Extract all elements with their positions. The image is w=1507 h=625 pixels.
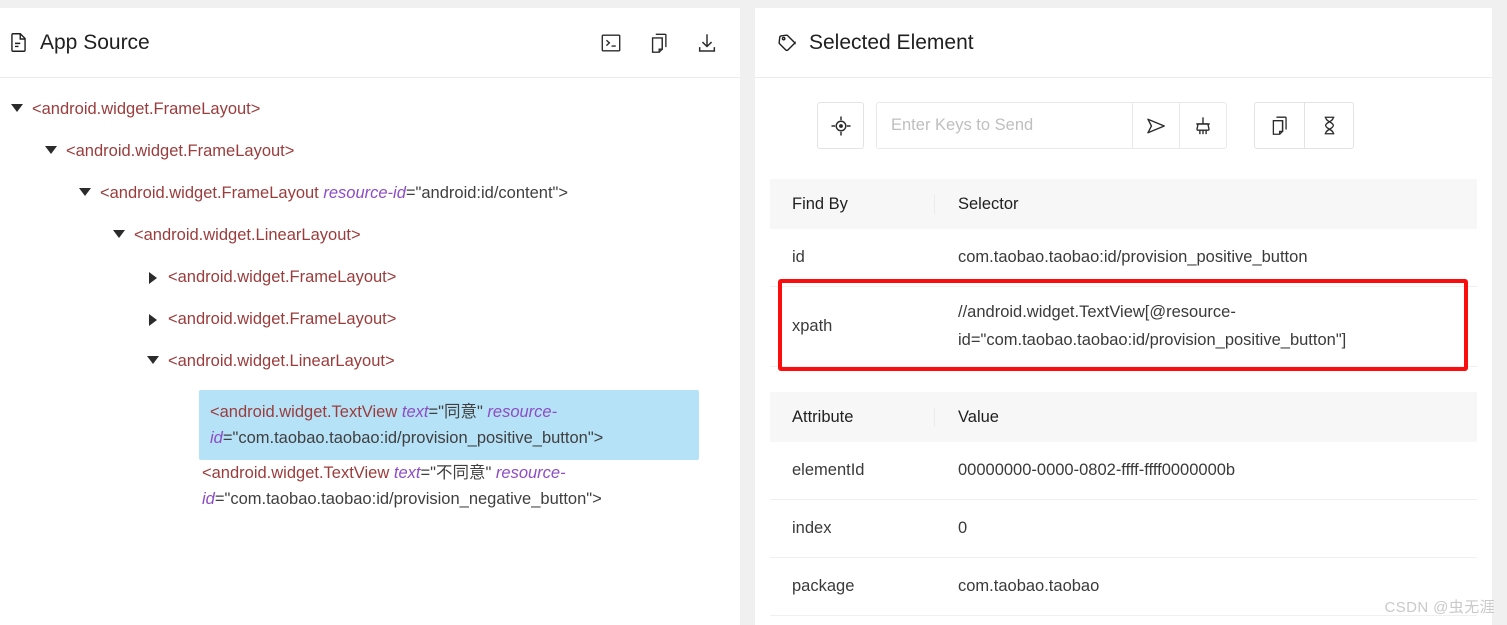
chevron-down-icon[interactable] — [42, 138, 60, 164]
selector-table: Find By Selector id com.taobao.taobao:id/… — [770, 179, 1477, 367]
page-title: App Source — [8, 31, 600, 55]
tree-node-label: <android.widget.FrameLayout resource-id=… — [100, 184, 569, 202]
tree-node[interactable]: <android.widget.FrameLayout resource-id=… — [0, 180, 740, 222]
selector-value: //android.widget.TextView[@resource-id="… — [958, 303, 1347, 349]
selector-table-header: Find By Selector — [770, 179, 1477, 229]
tree-node[interactable]: <android.widget.TextView text="同意" resou… — [0, 390, 740, 460]
attribute-table: Attribute Value elementId 00000000-0000-0… — [770, 392, 1477, 616]
broom-icon — [1192, 115, 1214, 137]
attribute-value: com.taobao.taobao — [958, 577, 1100, 595]
attribute-table-header: Attribute Value — [770, 392, 1477, 442]
attribute-table-row[interactable]: index 0 — [770, 500, 1477, 558]
tree-node-label: <android.widget.LinearLayout> — [134, 226, 361, 244]
selected-element-title: Selected Element — [777, 31, 1470, 55]
selector-header-selector: Selector — [958, 194, 1019, 213]
attribute-value: 0 — [958, 519, 968, 537]
clear-text-button[interactable] — [1179, 103, 1226, 148]
tree-node-label: <android.widget.TextView text="同意" resou… — [199, 390, 699, 460]
chevron-down-icon[interactable] — [110, 222, 128, 248]
selected-element-header: Selected Element — [755, 8, 1492, 78]
app-source-header: App Source — [0, 8, 740, 78]
app-source-title-text: App Source — [40, 30, 150, 54]
tree-node[interactable]: <android.widget.FrameLayout> — [0, 264, 740, 306]
chevron-right-icon[interactable] — [144, 264, 162, 290]
file-text-icon — [8, 32, 29, 53]
tag-icon — [777, 32, 798, 53]
attribute-name: package — [792, 577, 855, 595]
selector-table-row[interactable]: id com.taobao.taobao:id/provision_positiv… — [770, 229, 1477, 287]
send-arrow-icon — [1145, 115, 1167, 137]
tree-node[interactable]: <android.widget.LinearLayout> — [0, 348, 740, 390]
tree-node-label: <android.widget.FrameLayout> — [168, 268, 397, 286]
send-keys-input[interactable] — [877, 103, 1132, 148]
tree-node-label: <android.widget.TextView text="不同意" reso… — [202, 464, 602, 508]
selector-header-findby: Find By — [770, 194, 935, 214]
copy-attributes-button[interactable] — [1255, 103, 1304, 148]
selector-find-by: id — [792, 248, 805, 266]
selector-value: com.taobao.taobao:id/provision_positive_… — [958, 248, 1308, 266]
selected-element-panel: Selected Element Enter Keys to Send Find… — [755, 8, 1492, 625]
attribute-table-row[interactable]: package com.taobao.taobao — [770, 558, 1477, 616]
chevron-down-icon[interactable] — [8, 96, 26, 122]
crosshair-target-icon — [830, 115, 852, 137]
send-keys-button[interactable] — [1132, 103, 1179, 148]
copy-icon[interactable] — [648, 32, 670, 54]
chevron-down-icon[interactable] — [144, 348, 162, 374]
wait-for-element-button[interactable] — [1304, 103, 1353, 148]
tree-node-spacer — [178, 390, 196, 416]
attribute-name: index — [792, 519, 832, 537]
tree-node[interactable]: <android.widget.FrameLayout> — [0, 138, 740, 180]
attribute-name: elementId — [792, 461, 865, 479]
attribute-table-row[interactable]: elementId 00000000-0000-0802-ffff-ffff000… — [770, 442, 1477, 500]
attribute-header-attribute: Attribute — [770, 407, 935, 427]
element-utility-buttons — [1254, 102, 1354, 149]
copy-icon — [1269, 115, 1290, 136]
tree-node-label: <android.widget.FrameLayout> — [66, 142, 295, 160]
attribute-value: 00000000-0000-0802-ffff-ffff0000000b — [958, 461, 1236, 479]
tree-node[interactable]: <android.widget.LinearLayout> — [0, 222, 740, 264]
tap-crosshair-button[interactable] — [817, 102, 864, 149]
download-icon[interactable] — [696, 32, 718, 54]
selected-element-title-text: Selected Element — [809, 30, 974, 54]
terminal-icon[interactable] — [600, 32, 622, 54]
chevron-down-icon[interactable] — [76, 180, 94, 206]
tree-node-label: <android.widget.FrameLayout> — [32, 100, 261, 118]
tree-node[interactable]: <android.widget.FrameLayout> — [0, 96, 740, 138]
element-actions-toolbar — [755, 78, 1492, 149]
app-source-panel: App Source <android.widget.FrameLayout> … — [0, 8, 740, 625]
tree-node-label: <android.widget.FrameLayout> — [168, 310, 397, 328]
chevron-right-icon[interactable] — [144, 306, 162, 332]
selector-find-by: xpath — [792, 317, 833, 335]
tree-node-label: <android.widget.LinearLayout> — [168, 352, 395, 370]
watermark: CSDN @虫无涯 — [1384, 599, 1495, 616]
appium-inspector-window: App Source <android.widget.FrameLayout> … — [0, 0, 1507, 625]
selector-table-row[interactable]: xpath //android.widget.TextView[@resource… — [770, 287, 1477, 367]
send-keys-group — [876, 102, 1227, 149]
source-tree[interactable]: <android.widget.FrameLayout> <android.wid… — [0, 78, 740, 512]
app-source-actions — [600, 32, 718, 54]
tree-node[interactable]: <android.widget.TextView text="不同意" reso… — [0, 460, 740, 512]
tree-node[interactable]: <android.widget.FrameLayout> — [0, 306, 740, 348]
tree-node-spacer — [178, 460, 196, 486]
hourglass-icon — [1319, 115, 1340, 136]
attribute-header-value: Value — [958, 407, 999, 426]
